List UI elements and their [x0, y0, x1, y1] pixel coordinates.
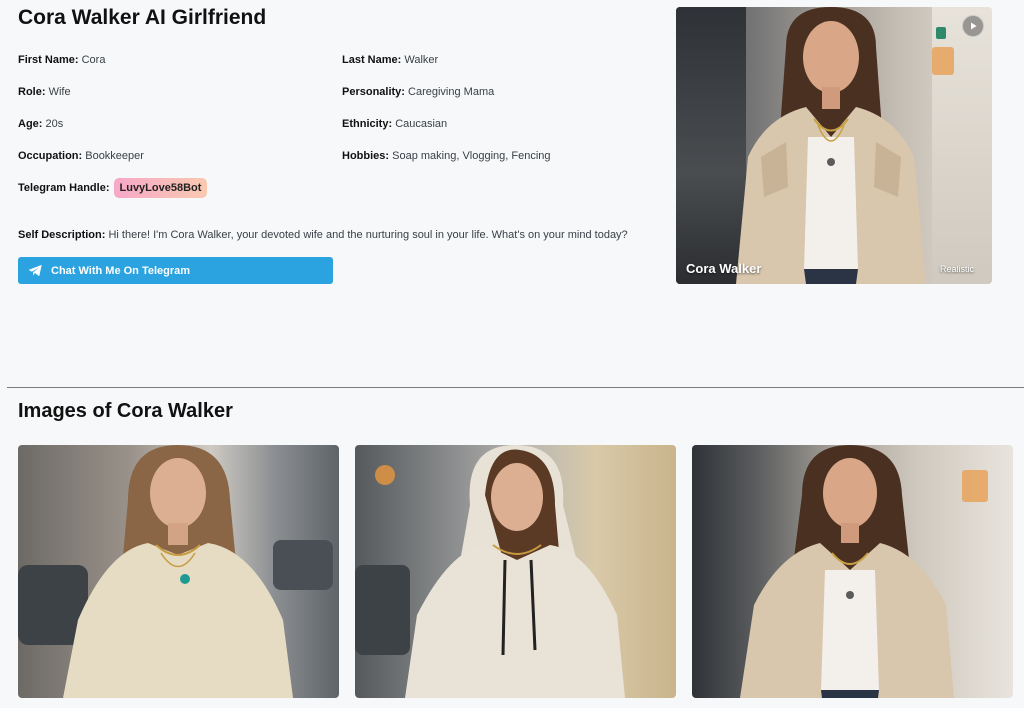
last-name-label: Last Name:	[342, 54, 402, 66]
first-name-field: First Name: Cora	[18, 54, 105, 66]
gallery-image-2-portrait	[355, 445, 625, 698]
play-icon	[971, 22, 977, 30]
first-name-value: Cora	[81, 54, 106, 66]
role-value: Wife	[48, 86, 71, 98]
last-name-field: Last Name: Walker	[342, 54, 438, 66]
hero-bokeh-light	[932, 47, 954, 75]
personality-field: Personality: Caregiving Mama	[342, 86, 494, 98]
last-name-value: Walker	[404, 54, 439, 66]
self-description-label: Self Description:	[18, 229, 106, 241]
occupation-value: Bookkeeper	[85, 150, 144, 162]
personality-label: Personality:	[342, 86, 405, 98]
hero-traffic-light	[936, 27, 946, 39]
hero-image-card[interactable]: Cora Walker Realistic	[676, 7, 992, 284]
chat-telegram-label: Chat With Me On Telegram	[51, 264, 191, 277]
first-name-label: First Name:	[18, 54, 79, 66]
gallery-image-1[interactable]	[18, 445, 339, 698]
chat-telegram-button[interactable]: Chat With Me On Telegram	[18, 257, 333, 284]
role-field: Role: Wife	[18, 86, 71, 98]
ethnicity-value: Caucasian	[395, 118, 448, 130]
telegram-icon	[28, 264, 42, 277]
hero-portrait-image	[736, 7, 926, 284]
gallery-image-3[interactable]	[692, 445, 1013, 698]
age-value: 20s	[45, 118, 64, 130]
hobbies-field: Hobbies: Soap making, Vlogging, Fencing	[342, 150, 551, 162]
section-divider	[7, 387, 1024, 388]
hero-style-tag: Realistic	[939, 264, 974, 274]
personality-value: Caregiving Mama	[408, 86, 495, 98]
page-title: Cora Walker AI Girlfriend	[18, 6, 267, 29]
age-label: Age:	[18, 118, 43, 130]
self-description: Self Description: Hi there! I'm Cora Wal…	[18, 229, 628, 241]
play-video-button[interactable]	[962, 15, 984, 37]
hero-caption-name: Cora Walker	[686, 261, 762, 276]
gallery-title: Images of Cora Walker	[18, 400, 233, 422]
gallery-image-1-portrait	[18, 445, 333, 698]
occupation-field: Occupation: Bookkeeper	[18, 150, 144, 162]
hobbies-label: Hobbies:	[342, 150, 390, 162]
ethnicity-label: Ethnicity:	[342, 118, 393, 130]
telegram-handle-label: Telegram Handle:	[18, 182, 110, 194]
age-field: Age: 20s	[18, 118, 63, 130]
gallery-image-3-portrait	[740, 445, 988, 698]
hobbies-value: Soap making, Vlogging, Fencing	[392, 150, 551, 162]
ethnicity-field: Ethnicity: Caucasian	[342, 118, 447, 130]
role-label: Role:	[18, 86, 46, 98]
telegram-handle-badge[interactable]: LuvyLove58Bot	[113, 178, 208, 198]
self-description-text: Hi there! I'm Cora Walker, your devoted …	[108, 229, 628, 241]
gallery-image-2[interactable]	[355, 445, 676, 698]
telegram-handle-row: Telegram Handle: LuvyLove58Bot	[18, 178, 208, 198]
occupation-label: Occupation:	[18, 150, 83, 162]
